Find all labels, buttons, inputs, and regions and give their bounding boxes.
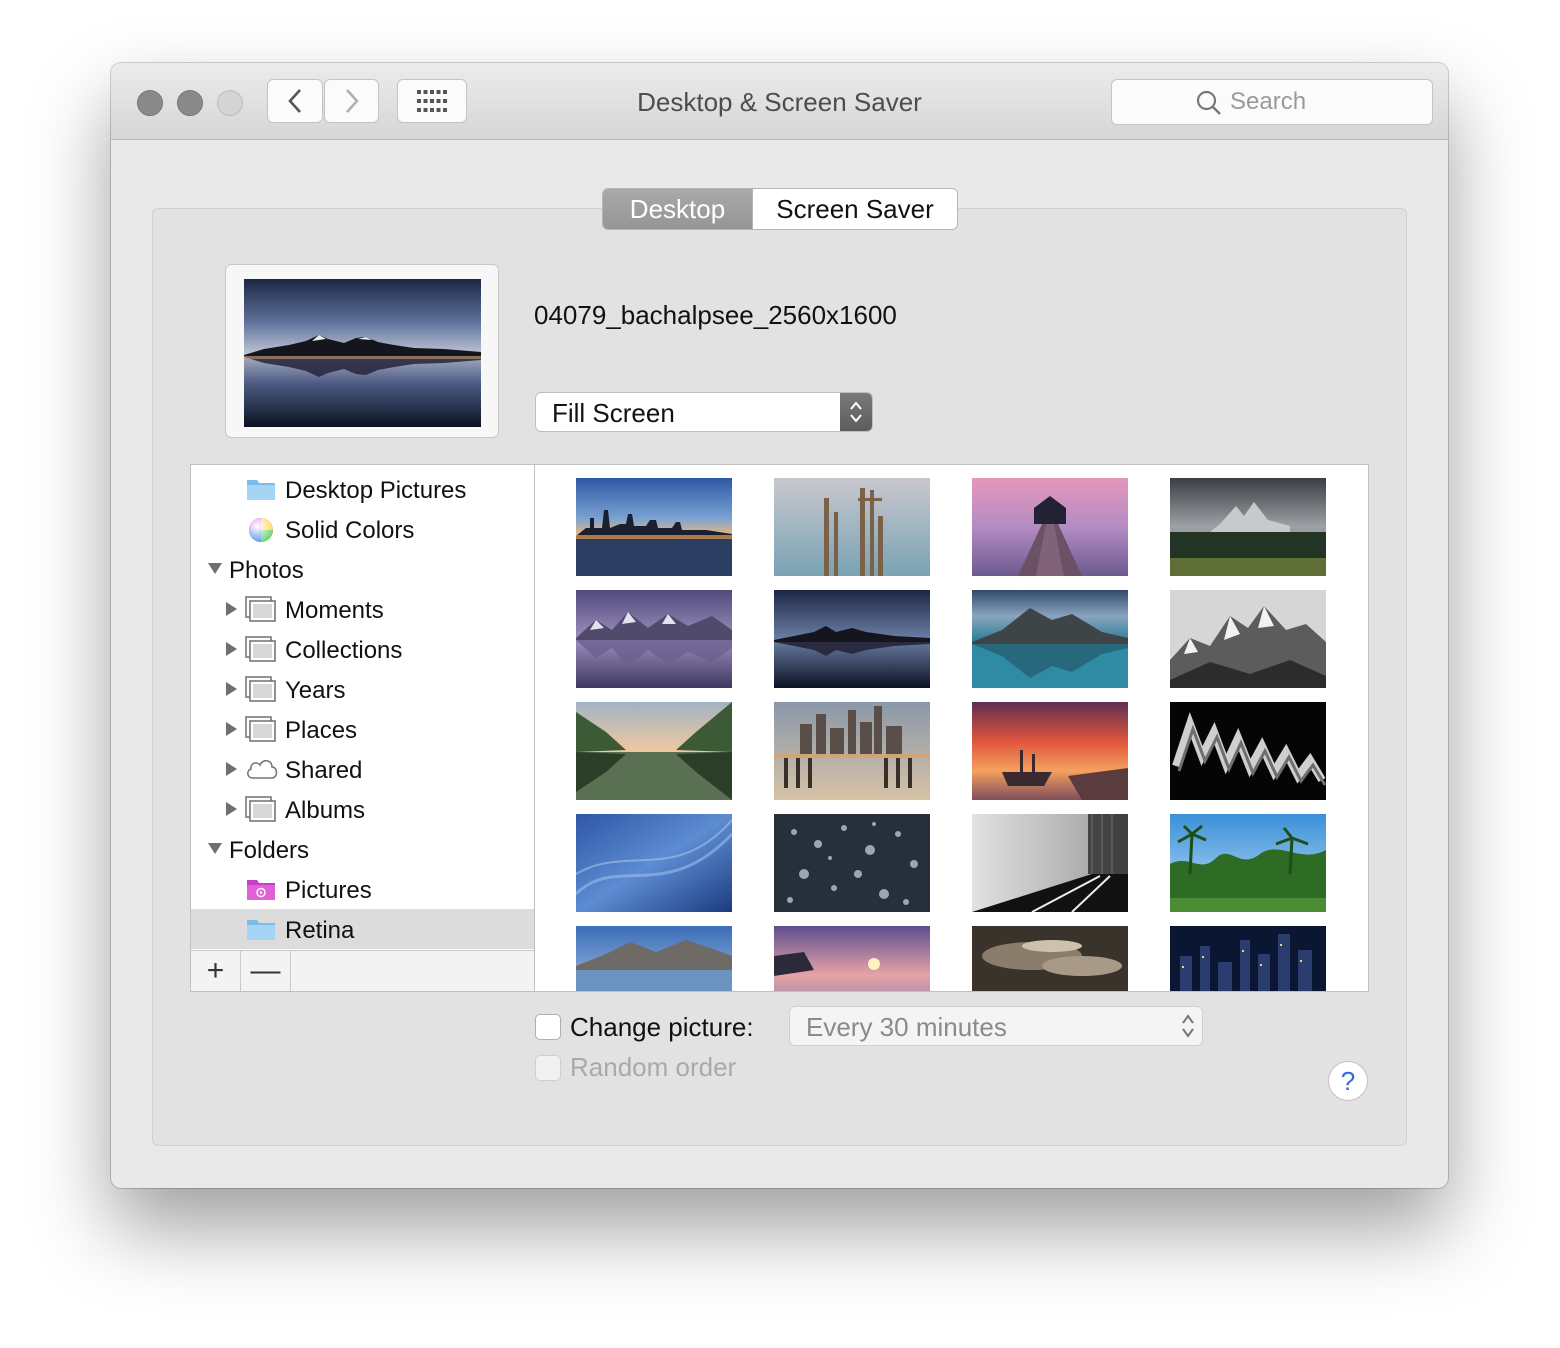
disclosure-collapsed-icon[interactable] xyxy=(224,601,238,617)
source-item-shared[interactable]: Shared xyxy=(191,749,534,789)
search-field[interactable] xyxy=(1111,79,1433,125)
source-item-collections[interactable]: Collections xyxy=(191,629,534,669)
source-group-photos[interactable]: Photos xyxy=(191,549,534,589)
source-item-retina[interactable]: Retina xyxy=(191,909,534,949)
current-file-name: 04079_bachalpsee_2560x1600 xyxy=(534,300,897,330)
wallpaper-thumbnail[interactable] xyxy=(1170,478,1326,576)
photo-stack-icon xyxy=(245,796,276,822)
search-input[interactable] xyxy=(1230,86,1420,118)
wallpaper-thumbnail[interactable] xyxy=(774,926,930,991)
wallpaper-thumbnail[interactable] xyxy=(972,478,1128,576)
preferences-window: Desktop & Screen Saver Desktop Screen Sa… xyxy=(111,63,1448,1188)
disclosure-expanded-icon[interactable] xyxy=(207,561,223,575)
wallpaper-grid[interactable] xyxy=(534,464,1369,992)
photo-stack-icon xyxy=(245,676,276,702)
wallpaper-thumbnail[interactable] xyxy=(972,814,1128,912)
source-list[interactable]: Desktop Pictures Solid Colors Photos Mom… xyxy=(190,464,535,992)
help-button[interactable]: ? xyxy=(1328,1061,1368,1101)
desktop-preview xyxy=(225,264,499,438)
up-down-arrows-icon xyxy=(840,393,872,431)
wallpaper-thumbnail[interactable] xyxy=(774,478,930,576)
tab-bar: Desktop Screen Saver xyxy=(602,188,958,230)
wallpaper-thumbnail[interactable] xyxy=(1170,590,1326,688)
wallpaper-thumbnail[interactable] xyxy=(972,926,1128,991)
wallpaper-thumbnail[interactable] xyxy=(576,590,732,688)
blue-folder-icon xyxy=(247,920,275,940)
wallpaper-thumbnail[interactable] xyxy=(972,590,1128,688)
pink-pictures-folder-icon xyxy=(247,880,275,900)
change-interval-select[interactable]: Every 30 minutes xyxy=(789,1006,1203,1046)
disclosure-collapsed-icon[interactable] xyxy=(224,721,238,737)
wallpaper-thumbnail[interactable] xyxy=(576,814,732,912)
tab-screen-saver[interactable]: Screen Saver xyxy=(752,189,957,229)
title-bar: Desktop & Screen Saver xyxy=(111,63,1448,140)
wallpaper-thumbnail[interactable] xyxy=(576,478,732,576)
source-item-pictures[interactable]: Pictures xyxy=(191,869,534,909)
random-order-label: Random order xyxy=(570,1052,737,1082)
color-wheel-icon xyxy=(249,518,273,542)
wallpaper-thumbnail[interactable] xyxy=(1170,814,1326,912)
add-source-button[interactable]: + xyxy=(191,951,241,991)
photo-stack-icon xyxy=(245,716,276,742)
disclosure-collapsed-icon[interactable] xyxy=(224,801,238,817)
disclosure-collapsed-icon[interactable] xyxy=(224,641,238,657)
random-order-checkbox[interactable] xyxy=(535,1055,561,1081)
preview-image xyxy=(244,279,481,427)
remove-source-button[interactable]: — xyxy=(241,951,291,991)
search-icon xyxy=(1196,90,1221,115)
disclosure-collapsed-icon[interactable] xyxy=(224,761,238,777)
fit-mode-value: Fill Screen xyxy=(552,398,675,428)
wallpaper-thumbnail[interactable] xyxy=(1170,702,1326,800)
tab-desktop[interactable]: Desktop xyxy=(603,189,752,229)
cloud-icon xyxy=(247,759,278,779)
wallpaper-thumbnail[interactable] xyxy=(576,702,732,800)
wallpaper-thumbnail[interactable] xyxy=(774,590,930,688)
source-list-toolbar: + — xyxy=(191,950,534,991)
change-picture-label: Change picture: xyxy=(570,1012,754,1042)
fit-mode-select[interactable]: Fill Screen xyxy=(535,392,873,432)
wallpaper-thumbnail[interactable] xyxy=(774,814,930,912)
blue-folder-icon xyxy=(247,480,275,500)
source-item-solid-colors[interactable]: Solid Colors xyxy=(191,509,534,549)
photo-stack-icon xyxy=(245,636,276,662)
source-item-moments[interactable]: Moments xyxy=(191,589,534,629)
source-item-places[interactable]: Places xyxy=(191,709,534,749)
wallpaper-thumbnail[interactable] xyxy=(1170,926,1326,991)
wallpaper-thumbnail[interactable] xyxy=(576,926,732,991)
wallpaper-thumbnail[interactable] xyxy=(972,702,1128,800)
source-group-folders[interactable]: Folders xyxy=(191,829,534,869)
change-picture-checkbox[interactable] xyxy=(535,1014,561,1040)
up-down-arrows-icon xyxy=(1182,1014,1194,1038)
change-interval-value: Every 30 minutes xyxy=(806,1012,1007,1042)
source-item-albums[interactable]: Albums xyxy=(191,789,534,829)
source-item-years[interactable]: Years xyxy=(191,669,534,709)
wallpaper-thumbnail[interactable] xyxy=(774,702,930,800)
disclosure-expanded-icon[interactable] xyxy=(207,841,223,855)
source-item-desktop-pictures[interactable]: Desktop Pictures xyxy=(191,469,534,509)
photo-stack-icon xyxy=(245,596,276,622)
disclosure-collapsed-icon[interactable] xyxy=(224,681,238,697)
